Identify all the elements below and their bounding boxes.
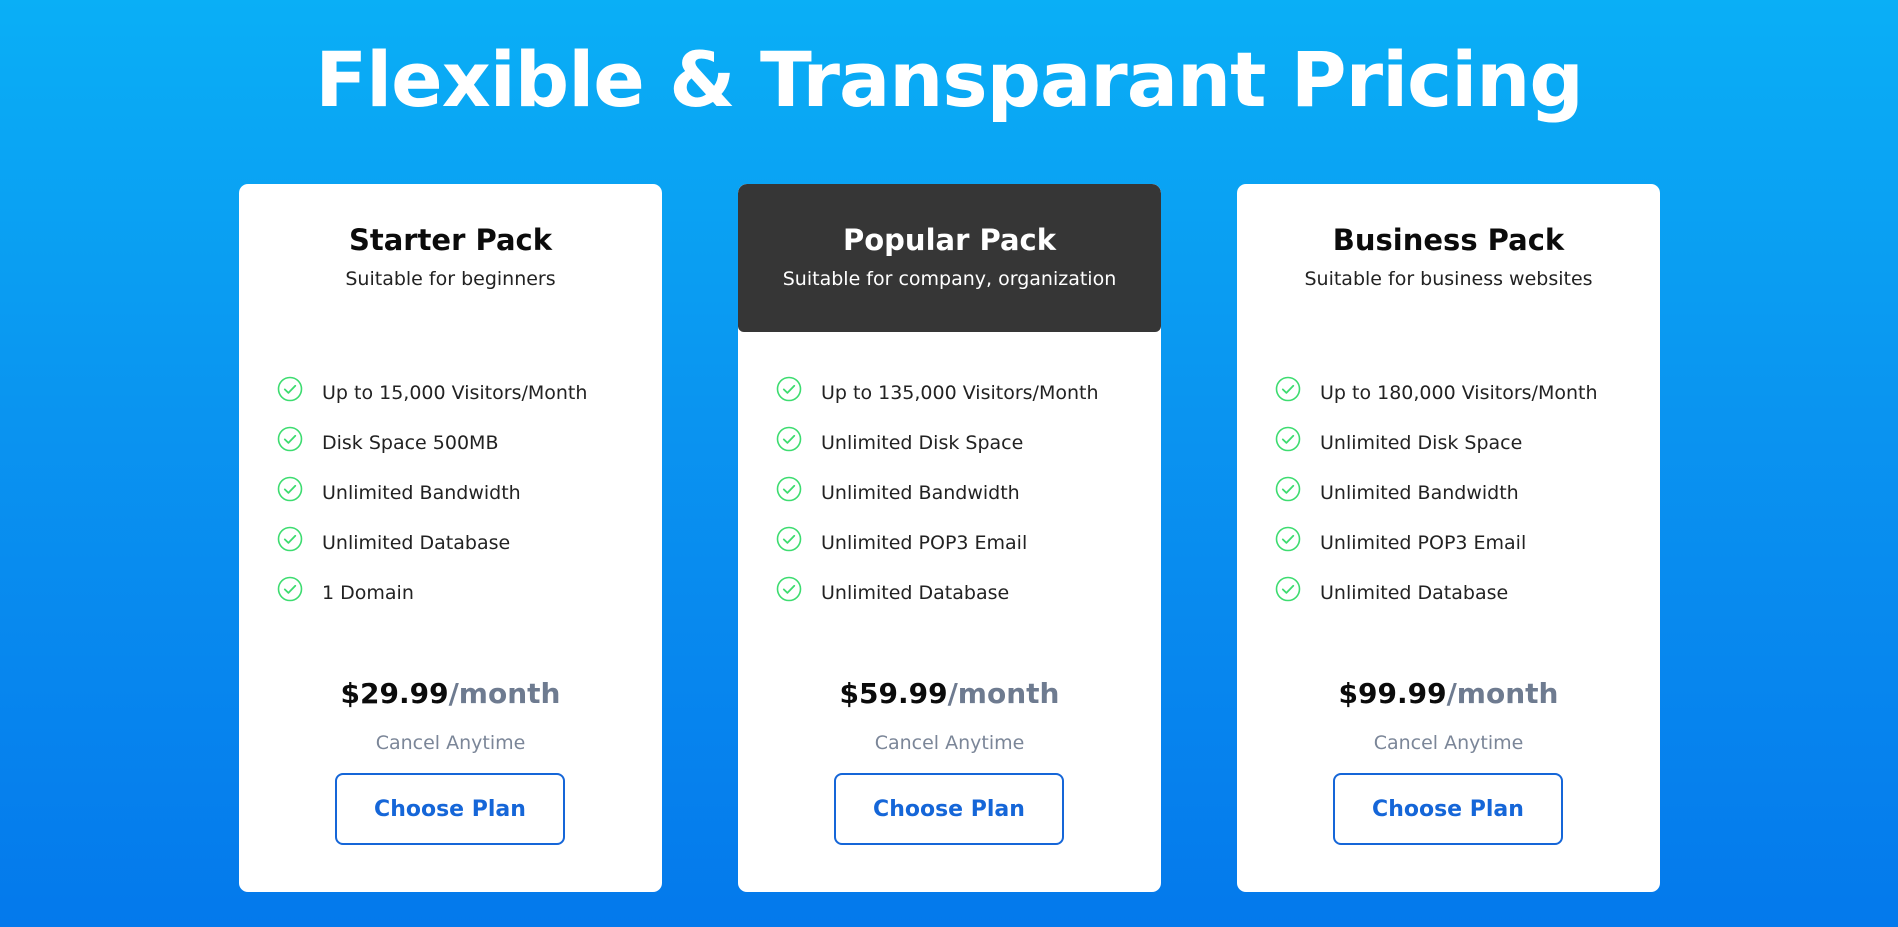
plan-name: Starter Pack bbox=[348, 223, 553, 257]
check-circle-icon bbox=[277, 526, 303, 552]
pricing-card-starter: Starter Pack Suitable for beginners Up t… bbox=[239, 184, 662, 892]
feature-item: Unlimited Bandwidth bbox=[277, 468, 587, 518]
price-period: /month bbox=[448, 677, 561, 710]
feature-item: Unlimited Database bbox=[277, 518, 587, 568]
pricing-card-popular: Popular Pack Suitable for company, organ… bbox=[738, 184, 1161, 892]
feature-label: Unlimited POP3 Email bbox=[821, 532, 1028, 554]
check-circle-icon bbox=[277, 476, 303, 502]
feature-item: Unlimited Bandwidth bbox=[1275, 468, 1598, 518]
feature-item: Up to 135,000 Visitors/Month bbox=[776, 368, 1099, 418]
price-period: /month bbox=[947, 677, 1060, 710]
feature-label: Unlimited Database bbox=[821, 582, 1010, 604]
plan-subtitle: Suitable for business websites bbox=[1304, 268, 1593, 290]
plan-name: Popular Pack bbox=[842, 223, 1056, 257]
feature-item: Disk Space 500MB bbox=[277, 418, 587, 468]
check-circle-icon bbox=[277, 376, 303, 402]
feature-label: Unlimited Bandwidth bbox=[1320, 482, 1519, 504]
check-circle-icon bbox=[1275, 526, 1301, 552]
check-circle-icon bbox=[776, 426, 802, 452]
check-circle-icon bbox=[1275, 576, 1301, 602]
feature-label: Unlimited Bandwidth bbox=[322, 482, 521, 504]
feature-item: Unlimited POP3 Email bbox=[1275, 518, 1598, 568]
choose-plan-button[interactable]: Choose Plan bbox=[1333, 773, 1563, 845]
feature-item: Unlimited Bandwidth bbox=[776, 468, 1099, 518]
feature-item: Unlimited POP3 Email bbox=[776, 518, 1099, 568]
feature-label: Up to 135,000 Visitors/Month bbox=[821, 382, 1099, 404]
page-title: Flexible & Transparant Pricing bbox=[315, 35, 1584, 124]
check-circle-icon bbox=[277, 426, 303, 452]
plan-subtitle: Suitable for beginners bbox=[345, 268, 556, 290]
feature-item: 1 Domain bbox=[277, 568, 587, 618]
feature-label: Unlimited POP3 Email bbox=[1320, 532, 1527, 554]
check-circle-icon bbox=[277, 576, 303, 602]
feature-list: Up to 180,000 Visitors/Month Unlimited D… bbox=[1275, 368, 1598, 618]
price-period: /month bbox=[1446, 677, 1559, 710]
pricing-card-business: Business Pack Suitable for business webs… bbox=[1237, 184, 1660, 892]
card-header: Starter Pack Suitable for beginners bbox=[239, 184, 662, 332]
price-amount: $59.99 bbox=[839, 677, 948, 710]
feature-item: Unlimited Database bbox=[1275, 568, 1598, 618]
feature-list: Up to 135,000 Visitors/Month Unlimited D… bbox=[776, 368, 1099, 618]
check-circle-icon bbox=[1275, 426, 1301, 452]
check-circle-icon bbox=[1275, 376, 1301, 402]
plan-subtitle: Suitable for company, organization bbox=[782, 268, 1117, 290]
feature-item: Unlimited Disk Space bbox=[776, 418, 1099, 468]
plan-price: $59.99/month bbox=[738, 676, 1161, 712]
check-circle-icon bbox=[776, 376, 802, 402]
feature-label: Up to 180,000 Visitors/Month bbox=[1320, 382, 1598, 404]
feature-label: Unlimited Disk Space bbox=[821, 432, 1024, 454]
cancel-note: Cancel Anytime bbox=[874, 732, 1025, 754]
check-circle-icon bbox=[776, 526, 802, 552]
feature-item: Up to 180,000 Visitors/Month bbox=[1275, 368, 1598, 418]
feature-label: Unlimited Database bbox=[322, 532, 511, 554]
check-circle-icon bbox=[1275, 476, 1301, 502]
check-circle-icon bbox=[776, 576, 802, 602]
choose-plan-button[interactable]: Choose Plan bbox=[834, 773, 1064, 845]
feature-label: Up to 15,000 Visitors/Month bbox=[322, 382, 588, 404]
cancel-note: Cancel Anytime bbox=[375, 732, 526, 754]
price-amount: $29.99 bbox=[340, 677, 449, 710]
feature-label: 1 Domain bbox=[322, 582, 414, 604]
pricing-cards: Starter Pack Suitable for beginners Up t… bbox=[239, 184, 1660, 892]
card-header: Popular Pack Suitable for company, organ… bbox=[738, 184, 1161, 332]
feature-item: Unlimited Database bbox=[776, 568, 1099, 618]
plan-price: $29.99/month bbox=[239, 676, 662, 712]
plan-price: $99.99/month bbox=[1237, 676, 1660, 712]
feature-label: Unlimited Disk Space bbox=[1320, 432, 1523, 454]
feature-label: Unlimited Database bbox=[1320, 582, 1509, 604]
feature-label: Disk Space 500MB bbox=[322, 432, 499, 454]
price-amount: $99.99 bbox=[1338, 677, 1447, 710]
plan-name: Business Pack bbox=[1332, 223, 1565, 257]
cancel-note: Cancel Anytime bbox=[1373, 732, 1524, 754]
feature-item: Up to 15,000 Visitors/Month bbox=[277, 368, 587, 418]
card-header: Business Pack Suitable for business webs… bbox=[1237, 184, 1660, 332]
feature-list: Up to 15,000 Visitors/Month Disk Space 5… bbox=[277, 368, 587, 618]
feature-label: Unlimited Bandwidth bbox=[821, 482, 1020, 504]
feature-item: Unlimited Disk Space bbox=[1275, 418, 1598, 468]
check-circle-icon bbox=[776, 476, 802, 502]
choose-plan-button[interactable]: Choose Plan bbox=[335, 773, 565, 845]
